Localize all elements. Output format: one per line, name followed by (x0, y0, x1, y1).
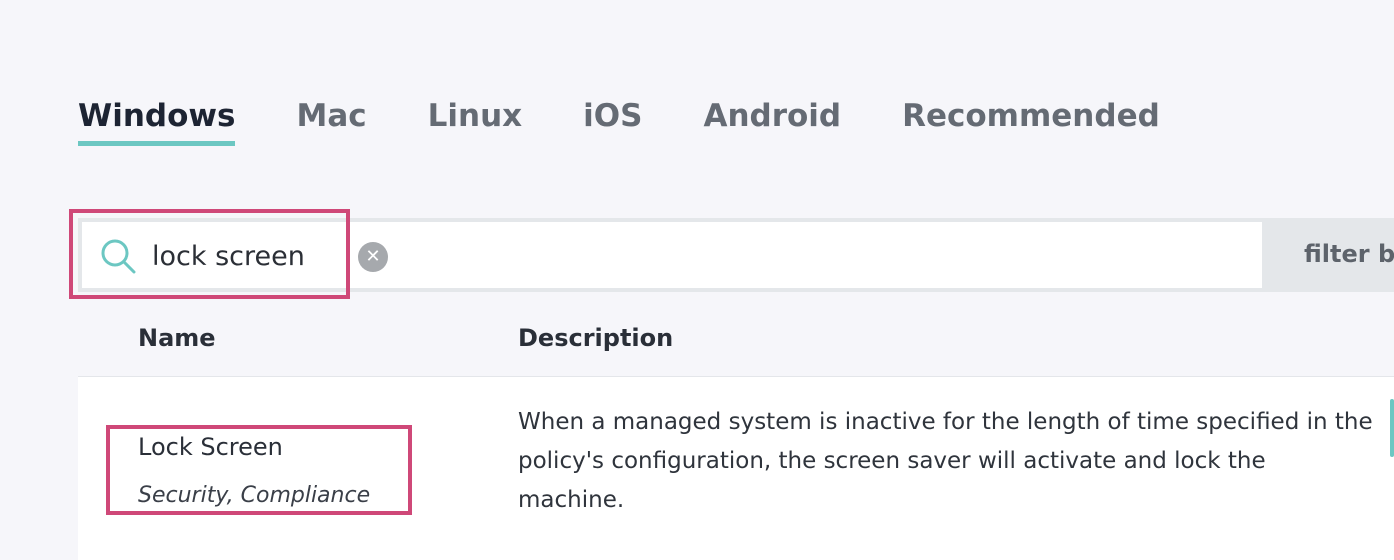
tab-android[interactable]: Android (703, 96, 841, 144)
filter-by-button[interactable]: filter by (1304, 240, 1394, 268)
row-action-indicator[interactable] (1390, 399, 1394, 457)
os-tabs: Windows Mac Linux iOS Android Recommende… (78, 96, 1221, 146)
search-icon (101, 239, 136, 274)
policy-tags: Security, Compliance (138, 483, 371, 508)
search-bar: ✕ filter by (78, 218, 1394, 292)
tab-ios[interactable]: iOS (583, 96, 642, 144)
clear-search-icon[interactable]: ✕ (358, 242, 388, 272)
tab-linux[interactable]: Linux (428, 96, 523, 144)
tab-windows[interactable]: Windows (78, 96, 236, 146)
policies-page: Windows Mac Linux iOS Android Recommende… (0, 0, 1394, 560)
table-row[interactable]: Lock Screen Security, Compliance When a … (78, 376, 1394, 560)
search-input[interactable] (152, 234, 332, 278)
tab-recommended[interactable]: Recommended (902, 96, 1160, 144)
column-header-name[interactable]: Name (138, 324, 216, 352)
search-box[interactable]: ✕ (82, 222, 1262, 288)
policy-name[interactable]: Lock Screen (138, 433, 283, 461)
tab-mac[interactable]: Mac (296, 96, 366, 144)
policy-description: When a managed system is inactive for th… (518, 409, 1373, 513)
column-header-description[interactable]: Description (518, 324, 673, 352)
